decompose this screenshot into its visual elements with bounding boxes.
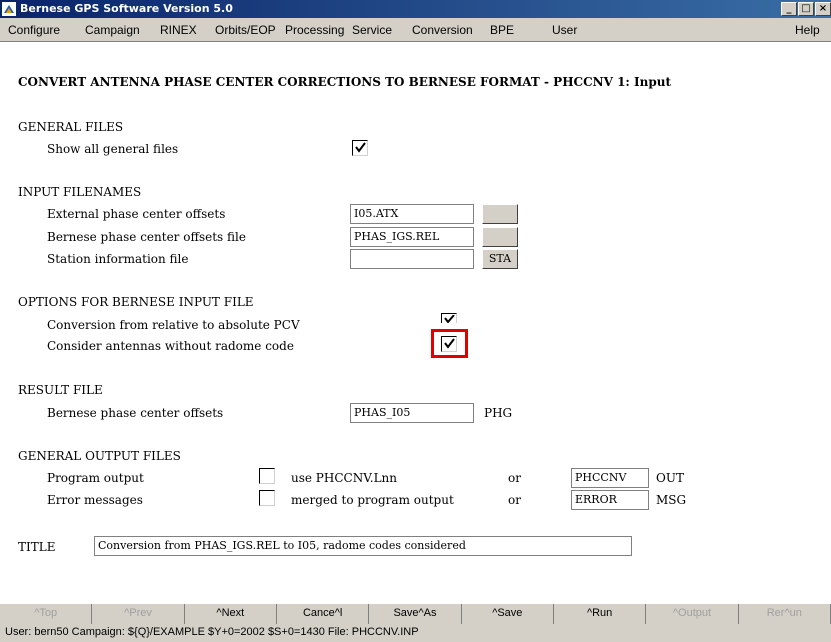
section-general-files: GENERAL FILES [18, 120, 124, 134]
maximize-button[interactable]: □ [798, 2, 814, 16]
program-output-option: use PHCCNV.Lnn [291, 471, 398, 485]
menu-conversion[interactable]: Conversion [412, 23, 473, 37]
error-messages-label: Error messages [47, 493, 143, 507]
relative-to-absolute-label: Conversion from relative to absolute PCV [47, 318, 300, 332]
menu-rinex[interactable]: RINEX [160, 23, 197, 37]
rerun-button[interactable]: Rer^un [739, 604, 831, 624]
run-button[interactable]: ^Run [554, 604, 647, 624]
result-offsets-field[interactable]: PHAS_I05 [350, 403, 474, 423]
prev-button[interactable]: ^Prev [92, 604, 185, 624]
checkmark-icon [444, 338, 455, 349]
top-button[interactable]: ^Top [0, 604, 93, 624]
relative-to-absolute-checkbox[interactable] [441, 313, 457, 323]
page-title: CONVERT ANTENNA PHASE CENTER CORRECTIONS… [18, 75, 672, 89]
status-bar: User: bern50 Campaign: ${Q}/EXAMPLE $Y+0… [0, 624, 831, 642]
save-as-button[interactable]: Save^As [369, 604, 462, 624]
menu-configure[interactable]: Configure [8, 23, 60, 37]
result-offsets-label: Bernese phase center offsets [47, 406, 224, 420]
app-icon [2, 2, 16, 16]
menu-service[interactable]: Service [352, 23, 392, 37]
menu-processing[interactable]: Processing [285, 23, 344, 37]
show-all-general-files-checkbox[interactable] [352, 140, 368, 156]
cancel-button[interactable]: Cance^l [277, 604, 370, 624]
menu-help[interactable]: Help [795, 23, 820, 37]
external-offsets-browse-button[interactable] [482, 204, 518, 224]
window-titlebar: Bernese GPS Software Version 5.0 _ □ × [0, 0, 831, 18]
save-button[interactable]: ^Save [462, 604, 554, 624]
checkmark-icon [444, 315, 455, 323]
station-info-sta-button[interactable]: STA [482, 249, 518, 269]
section-input-filenames: INPUT FILENAMES [18, 185, 142, 199]
station-info-field[interactable] [350, 249, 474, 269]
station-info-label: Station information file [47, 252, 189, 266]
menu-campaign[interactable]: Campaign [85, 23, 140, 37]
section-options: OPTIONS FOR BERNESE INPUT FILE [18, 295, 254, 309]
checkmark-icon [355, 142, 366, 153]
section-output-files: GENERAL OUTPUT FILES [18, 449, 181, 463]
external-offsets-label: External phase center offsets [47, 207, 226, 221]
bernese-offsets-field[interactable]: PHAS_IGS.REL [350, 227, 474, 247]
error-messages-checkbox[interactable] [259, 490, 275, 506]
menu-bpe[interactable]: BPE [490, 23, 514, 37]
program-output-checkbox[interactable] [259, 468, 275, 484]
close-button[interactable]: × [815, 2, 831, 16]
program-output-field[interactable]: PHCCNV [571, 468, 649, 488]
bernese-offsets-label: Bernese phase center offsets file [47, 230, 246, 244]
error-messages-option: merged to program output [291, 493, 454, 507]
error-messages-or: or [508, 493, 521, 507]
minimize-button[interactable]: _ [781, 2, 797, 16]
show-all-general-files-label: Show all general files [47, 142, 179, 156]
section-result-file: RESULT FILE [18, 383, 103, 397]
menu-orbits-eop[interactable]: Orbits/EOP [215, 23, 276, 37]
menu-user[interactable]: User [552, 23, 577, 37]
output-button[interactable]: ^Output [646, 604, 739, 624]
radome-code-label: Consider antennas without radome code [47, 339, 294, 353]
next-button[interactable]: ^Next [185, 604, 277, 624]
radome-code-checkbox[interactable] [441, 336, 457, 352]
window-title: Bernese GPS Software Version 5.0 [20, 2, 233, 15]
title-field[interactable]: Conversion from PHAS_IGS.REL to I05, rad… [94, 536, 632, 556]
program-output-or: or [508, 471, 521, 485]
navigation-button-bar: ^Top ^Prev ^Next Cance^l Save^As ^Save ^… [0, 603, 831, 624]
program-output-extension: OUT [656, 471, 684, 485]
input-panel: CONVERT ANTENNA PHASE CENTER CORRECTIONS… [0, 42, 831, 603]
error-messages-field[interactable]: ERROR [571, 490, 649, 510]
program-output-label: Program output [47, 471, 144, 485]
external-offsets-field[interactable]: I05.ATX [350, 204, 474, 224]
bernese-offsets-browse-button[interactable] [482, 227, 518, 247]
error-messages-extension: MSG [656, 493, 687, 507]
title-label: TITLE [18, 540, 56, 554]
result-offsets-extension: PHG [484, 406, 513, 420]
menu-bar: Configure Campaign RINEX Orbits/EOP Proc… [0, 18, 831, 42]
